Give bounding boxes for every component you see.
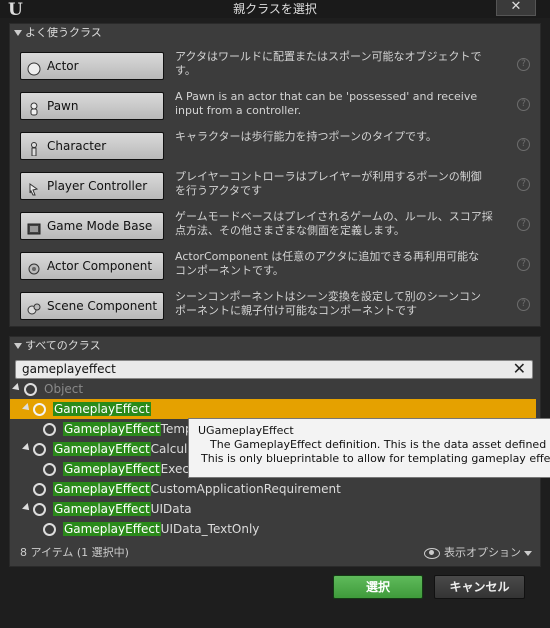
class-node-icon [43, 423, 56, 436]
common-classes-panel: よく使うクラス Actor アクタはワールドに配置またはスポーン可能なオブジェク… [9, 23, 541, 327]
section-title: よく使うクラス [25, 26, 102, 39]
scene-component-icon [27, 299, 41, 315]
collapse-arrow-icon [14, 30, 22, 36]
help-icon[interactable]: ? [517, 178, 530, 191]
class-button-label: Character [47, 139, 107, 153]
pawn-class-button[interactable]: Pawn [20, 92, 164, 120]
select-button[interactable]: 選択 [333, 575, 423, 599]
class-description: シーンコンポーネントはシーン変換を設定して別のシーンコン ポーネントに親子付け可能… [175, 290, 482, 317]
close-button[interactable]: ✕ [496, 0, 536, 16]
actor-component-class-button[interactable]: Actor Component [20, 252, 164, 280]
class-node-icon [33, 503, 46, 516]
collapse-arrow-icon [14, 343, 22, 349]
help-icon[interactable]: ? [517, 258, 530, 271]
character-icon [27, 139, 41, 157]
cancel-button[interactable]: キャンセル [434, 575, 525, 599]
expanded-arrow-icon[interactable] [12, 383, 22, 393]
help-icon[interactable]: ? [517, 138, 530, 151]
class-node-icon [33, 483, 46, 496]
class-row-game-mode-base: Game Mode Base ゲームモードベースはプレイされるゲームの、ルール、… [10, 206, 540, 246]
view-options-button[interactable]: 表示オプション [424, 544, 532, 560]
actor-class-button[interactable]: Actor [20, 52, 164, 80]
tree-row[interactable]: GameplayEffectUIData_TextOnly [10, 519, 536, 539]
class-button-label: Game Mode Base [47, 219, 153, 233]
class-description: ActorComponent は任意のアクタに追加できる再利用可能な コンポーネン… [175, 250, 480, 277]
class-description: アクタはワールドに配置またはスポーン可能なオブジェクトで す。 [175, 50, 482, 77]
actor-component-icon [27, 259, 41, 275]
class-node-icon [33, 403, 46, 416]
expanded-arrow-icon[interactable] [22, 443, 32, 453]
tree-item-label: GameplayEffectUIData_TextOnly [63, 522, 260, 536]
tree-item-label: GameplayEffectCustomApplicationRequireme… [53, 482, 341, 496]
class-node-icon [43, 523, 56, 536]
class-button-label: Scene Component [47, 299, 158, 313]
tree-item-label: GameplayEffectTempla [63, 422, 204, 436]
class-description: キャラクターは歩行能力を持つポーンのタイプです。 [175, 130, 437, 143]
class-row-actor: Actor アクタはワールドに配置またはスポーン可能なオブジェクトで す。 ? [10, 46, 540, 86]
player-controller-class-button[interactable]: Player Controller [20, 172, 164, 200]
tree-item-label: GameplayEffectExecuti [63, 462, 205, 476]
class-search-input[interactable]: gameplayeffect ✕ [15, 360, 533, 379]
tree-row-selected[interactable]: GameplayEffect [10, 399, 536, 419]
class-button-label: Player Controller [47, 179, 148, 193]
eye-icon [424, 547, 440, 559]
tree-row[interactable]: GameplayEffectCustomApplicationRequireme… [10, 479, 536, 499]
class-node-icon [24, 383, 37, 396]
class-row-actor-component: Actor Component ActorComponent は任意のアクタに追… [10, 246, 540, 286]
class-button-label: Actor [47, 59, 79, 73]
help-icon[interactable]: ? [517, 218, 530, 231]
dropdown-arrow-icon [524, 550, 532, 556]
tree-item-label: Object [44, 382, 84, 396]
expanded-arrow-icon[interactable] [22, 403, 32, 413]
all-classes-header[interactable]: すべてのクラス [10, 337, 540, 355]
tree-row[interactable]: GameplayEffectUIData [10, 499, 536, 519]
player-controller-icon [27, 179, 41, 196]
help-icon[interactable]: ? [517, 98, 530, 111]
character-class-button[interactable]: Character [20, 132, 164, 160]
tooltip-line: This is only blueprintable to allow for … [201, 452, 550, 465]
class-description: A Pawn is an actor that can be 'possesse… [175, 90, 478, 117]
class-description: ゲームモードベースはプレイされるゲームの、ルール、スコア採 点方法、その他さまざま… [175, 210, 493, 237]
class-row-player-controller: Player Controller プレイヤーコントローラはプレイヤーが利用する… [10, 166, 540, 206]
view-options-label: 表示オプション [444, 546, 521, 559]
title-bar: U 親クラスを選択 ✕ [0, 0, 550, 19]
help-icon[interactable]: ? [517, 58, 530, 71]
section-title: すべてのクラス [25, 339, 101, 352]
class-node-icon [43, 463, 56, 476]
clear-search-icon[interactable]: ✕ [513, 360, 526, 377]
tooltip-line: The GameplayEffect definition. This is t… [210, 438, 550, 451]
tooltip-title: UGameplayEffect [198, 424, 294, 437]
class-button-label: Pawn [47, 99, 79, 113]
class-row-scene-component: Scene Component シーンコンポーネントはシーン変換を設定して別のシ… [10, 286, 540, 326]
class-row-pawn: Pawn A Pawn is an actor that can be 'pos… [10, 86, 540, 126]
pawn-icon [27, 99, 41, 116]
window-title: 親クラスを選択 [233, 2, 317, 16]
game-mode-icon [27, 219, 41, 235]
sphere-icon [27, 59, 41, 76]
game-mode-base-class-button[interactable]: Game Mode Base [20, 212, 164, 240]
tree-row-object[interactable]: Object [10, 379, 536, 399]
common-classes-header[interactable]: よく使うクラス [10, 24, 540, 42]
class-tooltip: UGameplayEffect The GameplayEffect defin… [188, 418, 550, 478]
tree-item-label: GameplayEffectUIData [53, 502, 192, 516]
tree-item-label: GameplayEffect [53, 402, 151, 416]
item-count: 8 アイテム (1 選択中) [20, 546, 129, 559]
scene-component-class-button[interactable]: Scene Component [20, 292, 164, 320]
search-value: gameplayeffect [22, 362, 116, 376]
class-description: プレイヤーコントローラはプレイヤーが利用するポーンの制御 を行うアクタです [175, 170, 482, 197]
help-icon[interactable]: ? [517, 298, 530, 311]
class-button-label: Actor Component [47, 259, 153, 273]
expanded-arrow-icon[interactable] [22, 503, 32, 513]
tree-item-label: GameplayEffectCalculati [53, 442, 203, 456]
class-node-icon [33, 443, 46, 456]
class-row-character: Character キャラクターは歩行能力を持つポーンのタイプです。 ? [10, 126, 540, 166]
